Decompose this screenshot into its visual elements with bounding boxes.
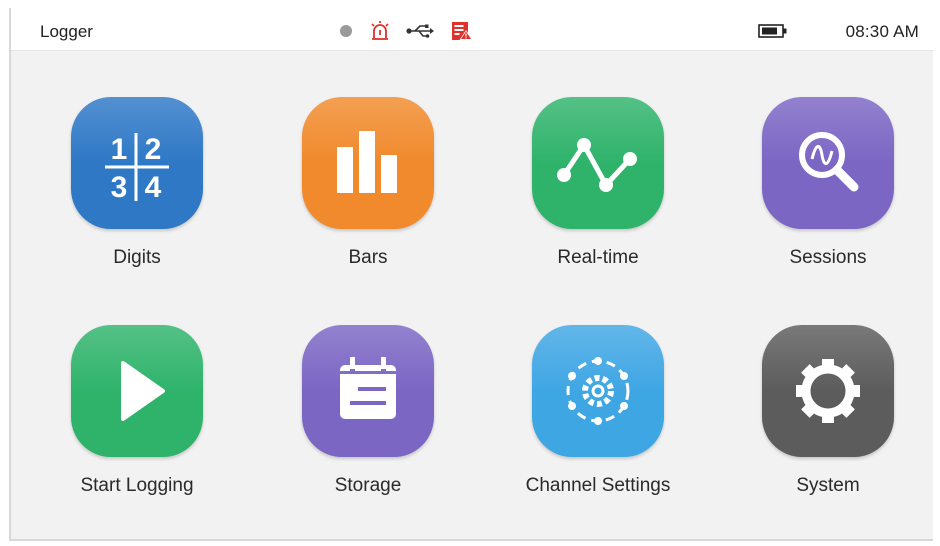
bars-tile[interactable]: Bars <box>273 97 463 297</box>
real-time-graph-icon <box>532 97 664 229</box>
sessions-tile[interactable]: Sessions <box>733 97 923 297</box>
start-logging-label: Start Logging <box>80 475 194 496</box>
svg-text:2: 2 <box>145 133 162 166</box>
channel-settings-tile[interactable]: Channel Settings <box>503 325 693 525</box>
app-title: Logger <box>40 22 93 41</box>
start-logging-tile[interactable]: Start Logging <box>42 325 232 525</box>
svg-text:3: 3 <box>111 171 128 204</box>
usb-icon <box>405 23 435 44</box>
clock: 08:30 AM <box>845 22 919 41</box>
storage-calendar-icon <box>302 325 434 457</box>
real-time-tile[interactable]: Real-time <box>503 97 693 297</box>
gear-icon <box>762 325 894 457</box>
status-bar: Logger 08:30 AM <box>11 8 933 51</box>
play-icon <box>71 325 203 457</box>
svg-text:1: 1 <box>111 133 128 166</box>
battery-icon <box>758 24 788 43</box>
bars-icon <box>302 97 434 229</box>
digits-label: Digits <box>113 247 161 268</box>
bars-label: Bars <box>348 247 388 268</box>
sessions-search-icon <box>762 97 894 229</box>
memory-warning-icon <box>451 21 473 46</box>
svg-text:4: 4 <box>145 171 162 204</box>
system-label: System <box>796 475 860 496</box>
logger-screen: Logger 08:30 AM 1 2 3 4 Digits Bars Real… <box>9 8 933 541</box>
storage-tile[interactable]: Storage <box>273 325 463 525</box>
system-tile[interactable]: System <box>733 325 923 525</box>
digits-tile[interactable]: 1 2 3 4 Digits <box>42 97 232 297</box>
digits-icon: 1 2 3 4 <box>71 97 203 229</box>
alarm-icon <box>369 20 391 47</box>
record-dot-icon <box>339 24 353 43</box>
storage-label: Storage <box>334 475 402 496</box>
sessions-label: Sessions <box>789 247 867 268</box>
channel-settings-icon <box>532 325 664 457</box>
real-time-label: Real-time <box>557 247 639 268</box>
channel-settings-label: Channel Settings <box>525 475 671 496</box>
